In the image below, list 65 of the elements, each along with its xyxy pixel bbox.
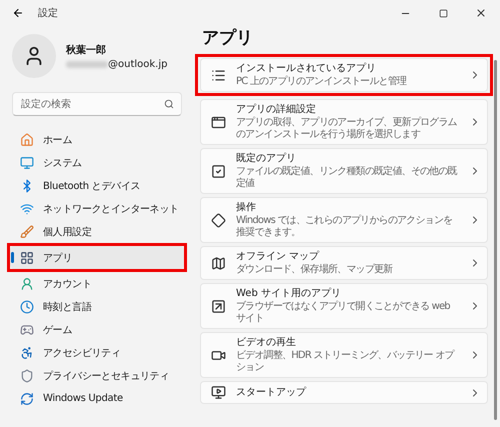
person-icon bbox=[20, 276, 34, 290]
settings-card[interactable]: Web サイト用のアプリ ブラウザーではなくアプリで開くことができる web サイト bbox=[200, 283, 488, 329]
page-title: アプリ bbox=[202, 27, 254, 49]
sidebar-item[interactable]: 個人用設定 bbox=[10, 220, 184, 243]
card-title: 操作 bbox=[236, 201, 257, 214]
apps-icon bbox=[20, 250, 34, 264]
account-name: 秋葉一郎 bbox=[66, 43, 107, 56]
sidebar-item[interactable]: 時刻と言語 bbox=[10, 295, 184, 318]
settings-card[interactable]: インストールされているアプリ PC 上のアプリのアンインストールと管理 bbox=[200, 58, 488, 92]
card-title: アプリの詳細設定 bbox=[236, 103, 317, 116]
wifi-icon bbox=[20, 202, 34, 216]
card-title: インストールされているアプリ bbox=[236, 62, 377, 75]
card-description: ファイルの既定値、リンク種類の既定値、その他の既定値 bbox=[236, 166, 458, 190]
shield-icon bbox=[20, 368, 34, 382]
search-field[interactable]: 設定の検索 bbox=[12, 92, 182, 116]
diamond-icon bbox=[211, 212, 226, 228]
close-icon[interactable] bbox=[475, 7, 487, 19]
search-icon bbox=[164, 99, 174, 109]
card-description: ダウンロード、保存場所、マップ更新 bbox=[236, 264, 394, 276]
card-description: Windows では、これらのアプリからのアクションを推奨できます。 bbox=[236, 215, 454, 239]
maximize-icon[interactable] bbox=[438, 8, 448, 18]
monitor-icon bbox=[20, 156, 34, 170]
sidebar-item[interactable]: システム bbox=[10, 151, 184, 174]
card-description: PC 上のアプリのアンインストールと管理 bbox=[236, 76, 408, 88]
gamepad-icon bbox=[20, 322, 34, 336]
avatar bbox=[12, 34, 56, 78]
settings-card[interactable]: オフライン マップ ダウンロード、保存場所、マップ更新 bbox=[200, 246, 488, 280]
sidebar-item[interactable]: アクセシビリティ bbox=[10, 341, 184, 364]
monitor-icon bbox=[211, 385, 226, 400]
settings-card[interactable]: アプリの詳細設定 アプリの取得、アプリのアーカイブ、更新プログラムのアンインストールを行う場所を選択します bbox=[200, 99, 488, 145]
blurred-text bbox=[66, 60, 108, 68]
map-icon bbox=[211, 256, 226, 270]
scrollbar[interactable] bbox=[494, 60, 497, 420]
window-icon bbox=[211, 114, 226, 130]
sidebar-item[interactable]: ゲーム bbox=[10, 318, 184, 341]
card-description: ビデオ調整、HDR ストリーミング、バッテリー オプション bbox=[236, 350, 456, 374]
external-link-icon bbox=[211, 298, 226, 314]
settings-card[interactable]: ビデオの再生 ビデオ調整、HDR ストリーミング、バッテリー オプション bbox=[200, 332, 488, 378]
window-title: 設定 bbox=[38, 6, 58, 20]
settings-card[interactable]: スタートアップ bbox=[200, 381, 488, 404]
sidebar-item[interactable]: ホーム bbox=[10, 128, 184, 151]
sidebar-item[interactable]: Bluetooth とデバイス bbox=[10, 174, 184, 197]
checkbox-icon bbox=[211, 164, 226, 178]
card-description: ブラウザーではなくアプリで開くことができる web サイト bbox=[236, 301, 451, 325]
sidebar-item[interactable]: Windows Update bbox=[10, 387, 184, 410]
sidebar-item[interactable]: ネットワークとインターネット bbox=[10, 197, 184, 220]
accessibility-icon bbox=[20, 346, 34, 360]
card-title: Web サイト用のアプリ bbox=[236, 287, 342, 300]
settings-card[interactable]: 既定のアプリ ファイルの既定値、リンク種類の既定値、その他の既定値 bbox=[200, 148, 488, 194]
sidebar-item[interactable]: プライバシーとセキュリティ bbox=[10, 364, 184, 387]
card-title: オフライン マップ bbox=[236, 250, 320, 263]
list-icon bbox=[211, 68, 226, 82]
refresh-icon bbox=[20, 392, 34, 406]
brush-icon bbox=[20, 224, 34, 238]
settings-card[interactable]: 操作 Windows では、これらのアプリからのアクションを推奨できます。 bbox=[200, 197, 488, 243]
home-icon bbox=[20, 132, 34, 146]
card-title: スタートアップ bbox=[236, 386, 308, 399]
card-title: ビデオの再生 bbox=[236, 336, 297, 349]
card-title: 既定のアプリ bbox=[236, 152, 297, 165]
card-description: アプリの取得、アプリのアーカイブ、更新プログラムのアンインストールを行う場所を選択します bbox=[236, 117, 458, 141]
back-icon[interactable] bbox=[12, 7, 24, 19]
sidebar-item[interactable]: アカウント bbox=[10, 272, 184, 295]
account-email: @outlook.jp bbox=[108, 58, 168, 70]
sidebar-item[interactable]: アプリ bbox=[10, 246, 184, 269]
clock-icon bbox=[20, 300, 34, 314]
